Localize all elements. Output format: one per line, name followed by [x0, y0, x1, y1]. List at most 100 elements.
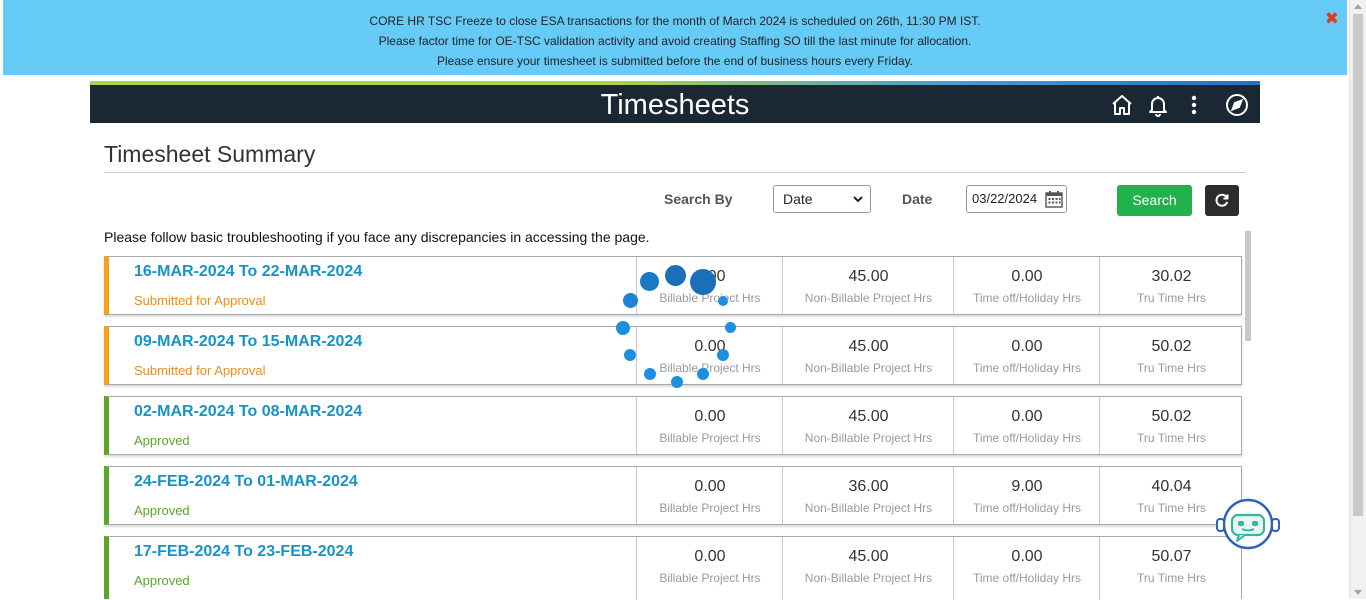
time-off-value: 0.00 [1011, 338, 1043, 355]
time-off-cell: 0.00 Time off/Holiday Hrs [953, 397, 1100, 454]
status-text: Submitted for Approval [134, 293, 266, 308]
time-off-cell: 9.00 Time off/Holiday Hrs [953, 467, 1100, 524]
non-billable-label: Non-Billable Project Hrs [804, 501, 933, 515]
time-off-label: Time off/Holiday Hrs [972, 501, 1082, 515]
time-off-value: 9.00 [1011, 478, 1043, 495]
bell-icon[interactable] [1146, 93, 1170, 117]
non-billable-cell: 36.00 Non-Billable Project Hrs [782, 467, 954, 524]
timesheet-card[interactable]: 17-FEB-2024 To 23-FEB-2024 Approved 0.00… [104, 536, 1242, 600]
billable-label: Billable Project Hrs [659, 361, 761, 375]
non-billable-label: Non-Billable Project Hrs [804, 431, 933, 445]
banner-line: Please factor time for OE-TSC validation… [378, 34, 972, 48]
non-billable-value: 45.00 [848, 548, 889, 565]
non-billable-label: Non-Billable Project Hrs [804, 361, 933, 375]
banner-line: CORE HR TSC Freeze to close ESA transact… [369, 14, 981, 28]
time-off-value: 0.00 [1011, 408, 1043, 425]
time-off-label: Time off/Holiday Hrs [972, 431, 1082, 445]
refresh-icon [1215, 193, 1229, 207]
search-by-label: Search By [664, 191, 733, 207]
time-off-label: Time off/Holiday Hrs [972, 361, 1082, 375]
tru-time-label: Tru Time Hrs [1137, 571, 1206, 585]
billable-value: 0.00 [694, 548, 726, 565]
time-off-value: 0.00 [1011, 548, 1043, 565]
timesheet-range-link[interactable]: 16-MAR-2024 To 22-MAR-2024 [134, 263, 362, 281]
timesheet-range-link[interactable]: 09-MAR-2024 To 15-MAR-2024 [134, 333, 362, 351]
compass-icon[interactable] [1225, 93, 1249, 117]
troubleshooting-note: Please follow basic troubleshooting if y… [104, 229, 650, 245]
billable-value: 0.00 [694, 268, 726, 285]
billable-cell: 0.00 Billable Project Hrs [636, 397, 783, 454]
non-billable-value: 45.00 [848, 268, 889, 285]
tru-time-label: Tru Time Hrs [1137, 291, 1206, 305]
billable-label: Billable Project Hrs [659, 571, 761, 585]
select-value: Date [783, 191, 813, 207]
home-icon[interactable] [1110, 93, 1134, 117]
date-label: Date [902, 191, 933, 207]
announcement-banner: CORE HR TSC Freeze to close ESA transact… [3, 0, 1347, 75]
scroll-up-arrow[interactable] [1354, 4, 1362, 9]
chatbot-icon[interactable] [1215, 497, 1281, 553]
date-value: 03/22/2024 [972, 191, 1038, 206]
non-billable-label: Non-Billable Project Hrs [804, 571, 933, 585]
calendar-icon[interactable] [1044, 189, 1064, 209]
page-title: Timesheet Summary [104, 141, 316, 167]
divider [104, 172, 1246, 173]
status-text: Approved [134, 573, 190, 588]
page-scrollbar[interactable] [1349, 0, 1366, 599]
non-billable-label: Non-Billable Project Hrs [804, 291, 933, 305]
billable-cell: 0.00 Billable Project Hrs [636, 467, 783, 524]
time-off-cell: 0.00 Time off/Holiday Hrs [953, 327, 1100, 384]
non-billable-cell: 45.00 Non-Billable Project Hrs [782, 327, 954, 384]
tru-time-label: Tru Time Hrs [1137, 431, 1206, 445]
search-button[interactable]: Search [1117, 185, 1192, 216]
status-text: Approved [134, 503, 190, 518]
status-text: Submitted for Approval [134, 363, 266, 378]
tru-time-cell: 50.02 Tru Time Hrs [1099, 327, 1243, 384]
billable-cell: 0.00 Billable Project Hrs [636, 327, 783, 384]
billable-value: 0.00 [694, 338, 726, 355]
billable-cell: 0.00 Billable Project Hrs [636, 257, 783, 314]
billable-label: Billable Project Hrs [659, 431, 761, 445]
timesheet-card[interactable]: 02-MAR-2024 To 08-MAR-2024 Approved 0.00… [104, 396, 1242, 455]
timesheet-range-link[interactable]: 24-FEB-2024 To 01-MAR-2024 [134, 473, 358, 491]
more-vertical-icon[interactable] [1182, 93, 1206, 117]
tru-time-value: 40.04 [1151, 478, 1192, 495]
non-billable-cell: 45.00 Non-Billable Project Hrs [782, 537, 954, 600]
list-scrollbar[interactable] [1245, 231, 1251, 341]
scrollbar-thumb[interactable] [1353, 14, 1363, 516]
billable-label: Billable Project Hrs [659, 501, 761, 515]
non-billable-cell: 45.00 Non-Billable Project Hrs [782, 257, 954, 314]
timesheet-card[interactable]: 09-MAR-2024 To 15-MAR-2024 Submitted for… [104, 326, 1242, 385]
timesheet-range-link[interactable]: 17-FEB-2024 To 23-FEB-2024 [134, 543, 353, 561]
banner-line: Please ensure your timesheet is submitte… [436, 54, 914, 68]
billable-value: 0.00 [694, 478, 726, 495]
timesheet-card[interactable]: 16-MAR-2024 To 22-MAR-2024 Submitted for… [104, 256, 1242, 315]
date-field[interactable]: 03/22/2024 [966, 185, 1067, 213]
status-text: Approved [134, 433, 190, 448]
app-header: Timesheets [90, 85, 1260, 123]
tru-time-value: 50.02 [1151, 408, 1192, 425]
app-title: Timesheets [600, 89, 750, 121]
timesheet-range-link[interactable]: 02-MAR-2024 To 08-MAR-2024 [134, 403, 362, 421]
non-billable-cell: 45.00 Non-Billable Project Hrs [782, 397, 954, 454]
time-off-value: 0.00 [1011, 268, 1043, 285]
time-off-label: Time off/Holiday Hrs [972, 571, 1082, 585]
timesheet-card[interactable]: 24-FEB-2024 To 01-MAR-2024 Approved 0.00… [104, 466, 1242, 525]
time-off-cell: 0.00 Time off/Holiday Hrs [953, 257, 1100, 314]
tru-time-cell: 50.02 Tru Time Hrs [1099, 397, 1243, 454]
search-by-select[interactable]: Date [773, 185, 871, 213]
refresh-button[interactable] [1205, 185, 1239, 216]
close-icon[interactable]: ✖ [1325, 9, 1339, 29]
tru-time-value: 30.02 [1151, 268, 1192, 285]
tru-time-label: Tru Time Hrs [1137, 361, 1206, 375]
time-off-label: Time off/Holiday Hrs [972, 291, 1082, 305]
non-billable-value: 36.00 [848, 478, 889, 495]
non-billable-value: 45.00 [848, 338, 889, 355]
billable-cell: 0.00 Billable Project Hrs [636, 537, 783, 600]
tru-time-value: 50.02 [1151, 338, 1192, 355]
time-off-cell: 0.00 Time off/Holiday Hrs [953, 537, 1100, 600]
chevron-down-icon [853, 196, 863, 203]
scroll-down-arrow[interactable] [1354, 590, 1362, 595]
non-billable-value: 45.00 [848, 408, 889, 425]
billable-label: Billable Project Hrs [659, 291, 761, 305]
